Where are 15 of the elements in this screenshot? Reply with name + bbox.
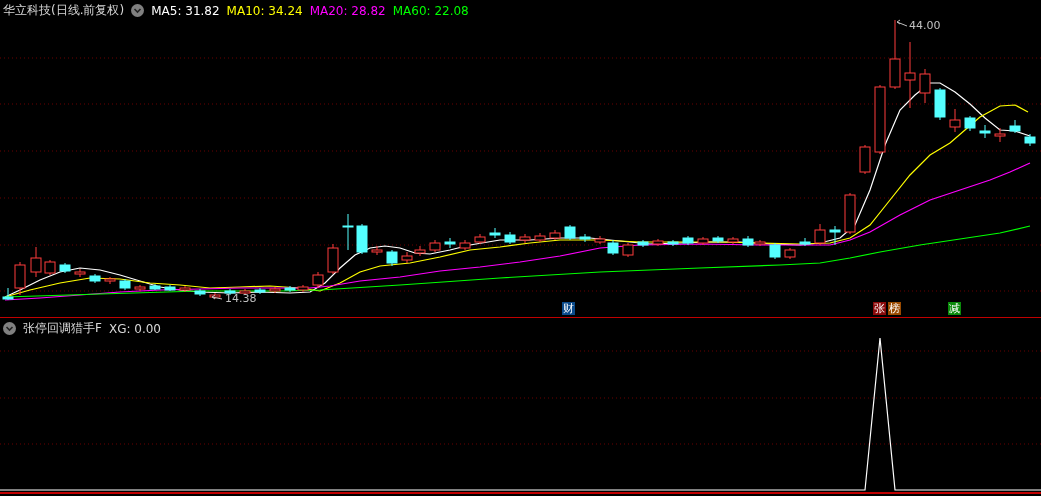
event-marker[interactable]: 财 — [562, 302, 575, 315]
indicator-value: MA60: 22.08 — [392, 3, 469, 18]
chart-title: 华立科技(日线.前复权) — [3, 2, 125, 19]
high-price-label: 44.00 — [909, 19, 941, 32]
event-marker[interactable]: 张 — [873, 302, 886, 315]
indicator-title: 张停回调猎手F — [23, 320, 102, 337]
event-marker[interactable]: 榜 — [888, 302, 901, 315]
indicator-value: XG: 0.00 — [108, 321, 161, 336]
event-marker[interactable]: 减 — [948, 302, 961, 315]
collapse-icon[interactable] — [131, 4, 145, 17]
low-price-label: 14.38 — [225, 292, 257, 305]
indicator-value: MA5: 31.82 — [151, 3, 220, 18]
indicator-value: MA20: 28.82 — [309, 3, 386, 18]
collapse-icon[interactable] — [3, 322, 16, 335]
indicator-value: MA10: 34.24 — [226, 3, 303, 18]
